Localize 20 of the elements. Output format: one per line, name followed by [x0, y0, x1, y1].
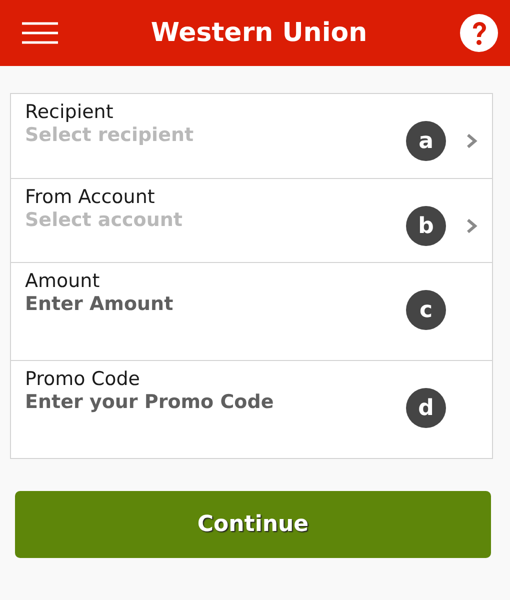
field-value: Select recipient: [25, 124, 195, 147]
field-value: Select account: [25, 209, 184, 232]
field-label: Promo Code: [25, 368, 141, 391]
input-field[interactable]: Enter your Promo Code: [25, 391, 355, 414]
field-label: Recipient: [25, 101, 114, 124]
letter-badge: c: [406, 290, 446, 330]
input-field[interactable]: Enter Amount: [25, 293, 355, 316]
field-label: Amount: [25, 270, 101, 293]
chevron-icon: [466, 133, 478, 149]
field-label: From Account: [25, 186, 156, 209]
app-title: Western Union: [150, 18, 368, 48]
letter-badge: b: [406, 206, 446, 246]
help-icon[interactable]: [460, 14, 498, 52]
recipient-selector[interactable]: Recipient Select recipient a: [11, 94, 492, 178]
chevron-icon: [466, 218, 478, 234]
letter-badge: a: [406, 121, 446, 161]
menu-icon[interactable]: [22, 22, 58, 44]
letter-badge: d: [406, 388, 446, 428]
continue-button[interactable]: Continue: [15, 491, 491, 558]
recipient-selector[interactable]: From Account Select account b: [11, 178, 492, 262]
